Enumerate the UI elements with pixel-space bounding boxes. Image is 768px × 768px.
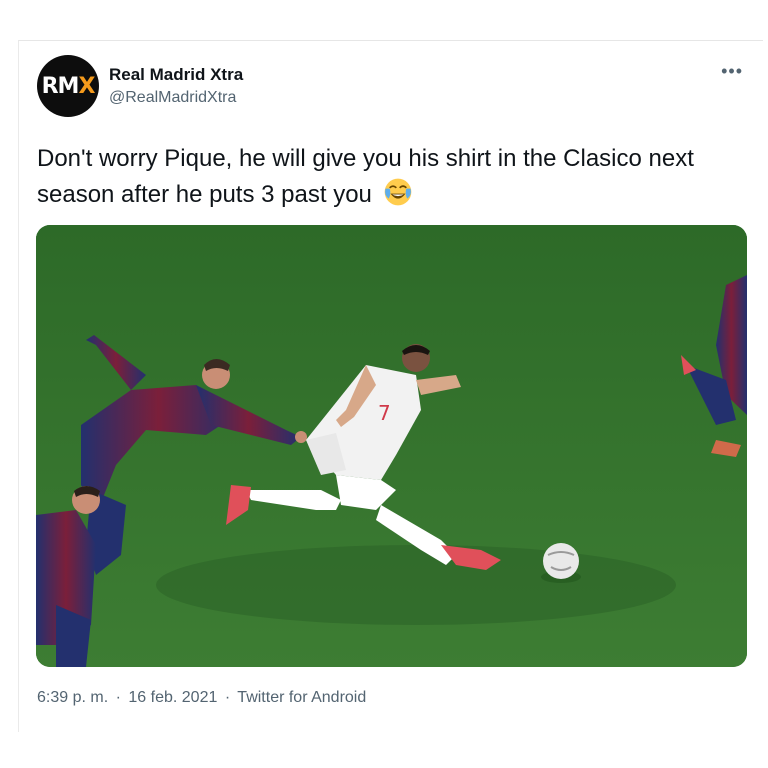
jersey-number: 7 xyxy=(378,401,391,425)
avatar[interactable]: RMX xyxy=(37,55,99,117)
meta-separator: · xyxy=(224,689,231,706)
display-name[interactable]: Real Madrid Xtra xyxy=(109,65,243,85)
tweet-text: Don't worry Pique, he will give you his … xyxy=(37,141,727,213)
meta-separator: · xyxy=(115,689,121,706)
tweet-source[interactable]: Twitter for Android xyxy=(237,689,366,706)
tears-of-joy-emoji-icon xyxy=(384,178,411,206)
more-options-icon[interactable]: ••• xyxy=(721,61,743,82)
tweet-media-photo[interactable]: 7 xyxy=(36,225,747,667)
handle[interactable]: @RealMadridXtra xyxy=(109,89,236,107)
football-action-photo: 7 xyxy=(36,225,747,667)
tweet-date[interactable]: 16 feb. 2021 xyxy=(128,689,217,706)
avatar-logo: RMX xyxy=(41,73,96,99)
tweet-time[interactable]: 6:39 p. m. xyxy=(37,689,108,706)
tweet-card: RMX Real Madrid Xtra @RealMadridXtra •••… xyxy=(18,40,763,732)
tweet-text-content: Don't worry Pique, he will give you his … xyxy=(37,145,694,208)
tweet-meta: 6:39 p. m. · 16 feb. 2021 · Twitter for … xyxy=(37,689,369,707)
